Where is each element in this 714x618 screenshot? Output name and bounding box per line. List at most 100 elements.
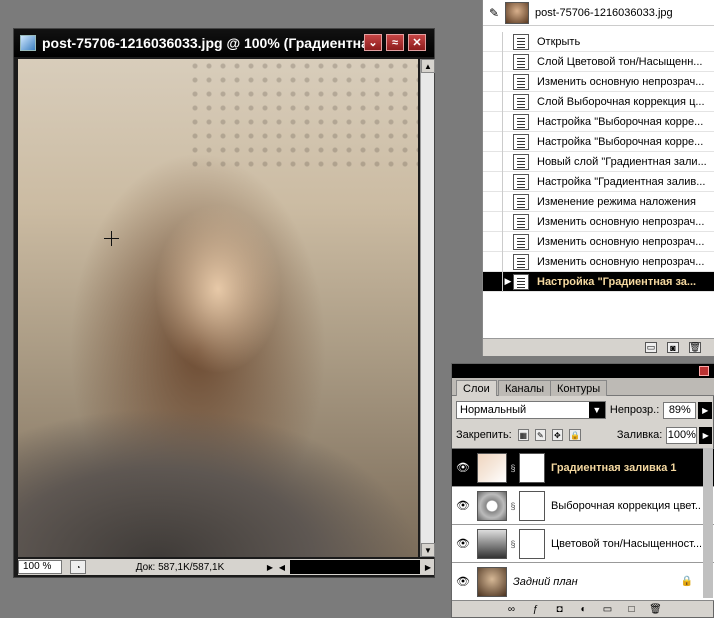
history-item[interactable]: ▶ Настройка "Градиентная за... [483,271,714,292]
eye-icon[interactable]: 👁 [452,499,474,512]
add-mask-icon[interactable]: ◘ [554,604,566,616]
camera-icon[interactable]: ◙ [667,342,679,353]
layer-row[interactable]: 👁 § Градиентная заливка 1 [452,449,714,487]
history-step-icon [513,173,529,190]
history-checkbox[interactable] [483,111,503,132]
history-brush-icon[interactable]: ✎ [483,6,505,20]
layer-name[interactable]: Задний план [513,576,663,588]
opacity-slider-arrow-icon[interactable]: ▶ [698,401,712,419]
history-checkbox[interactable] [483,251,503,272]
history-checkbox[interactable] [483,51,503,72]
layer-row[interactable]: 👁 § Выборочная коррекция цвет... [452,487,714,525]
scroll-up-icon[interactable]: ▲ [421,59,435,73]
layer-name[interactable]: Выборочная коррекция цвет... [551,500,701,512]
layer-mask-thumbnail[interactable] [519,528,545,559]
history-item[interactable]: Настройка "Градиентная залив... [483,171,714,192]
layer-thumbnail[interactable] [477,490,507,521]
history-item[interactable]: Изменить основную непрозрач... [483,231,714,252]
history-checkbox[interactable] [483,191,503,212]
history-snapshot[interactable]: ✎ post-75706-1216036033.jpg [483,0,714,26]
layer-row[interactable]: 👁 § Цветовой тон/Насыщенност... [452,525,714,563]
history-panel: ✎ post-75706-1216036033.jpg Открыть Слой … [482,0,714,356]
layer-mask-thumbnail[interactable] [519,452,545,483]
history-item[interactable]: Слой Цветовой тон/Насыщенн... [483,51,714,72]
document-title-bar[interactable]: post-75706-1216036033.jpg @ 100% (Градие… [14,29,434,57]
tab-layers[interactable]: Слои [456,380,497,396]
history-checkbox[interactable] [483,271,503,292]
eye-icon[interactable]: 👁 [452,575,474,588]
history-item[interactable]: Изменить основную непрозрач... [483,251,714,272]
history-checkbox[interactable] [483,171,503,192]
horizontal-scrollbar[interactable] [290,560,420,574]
history-item[interactable]: Изменение режима наложения [483,191,714,212]
maximize-button[interactable]: ≈ [386,34,404,51]
eye-icon[interactable]: 👁 [452,537,474,550]
image-canvas[interactable] [18,59,418,557]
panel-close-icon[interactable] [699,366,709,376]
history-checkbox[interactable] [483,91,503,112]
history-step-icon [513,53,529,70]
layers-scrollbar[interactable] [703,448,713,598]
layer-name[interactable]: Градиентная заливка 1 [551,462,701,474]
link-layers-icon[interactable]: ∞ [506,604,518,616]
chevron-down-icon[interactable]: ▼ [588,402,605,418]
chain-link-icon[interactable]: § [509,501,517,511]
new-layer-icon[interactable]: □ [626,604,638,616]
history-step-icon [513,233,529,250]
status-menu-icon[interactable]: ◔ [70,560,86,574]
history-checkbox[interactable] [483,131,503,152]
eye-icon[interactable]: 👁 [452,461,474,474]
history-item[interactable]: Изменить основную непрозрач... [483,211,714,232]
zoom-field[interactable]: 100 % [18,560,62,574]
lock-position-icon[interactable]: ✥ [551,429,563,441]
scroll-left-icon[interactable]: ◀ [276,560,288,574]
trash-icon[interactable]: 🗑 [689,342,701,353]
adjustment-layer-icon[interactable]: ◐ [578,604,590,616]
blend-mode-select[interactable]: Нормальный ▼ [456,401,606,419]
lock-transparency-icon[interactable]: ▦ [517,429,529,441]
layer-style-icon[interactable]: ƒ [530,604,542,616]
chain-link-icon[interactable]: § [509,539,517,549]
history-step-icon [513,133,529,150]
history-item[interactable]: Настройка "Выборочная корре... [483,111,714,132]
layer-thumbnail[interactable] [477,528,507,559]
layer-row[interactable]: 👁 Задний план 🔒 [452,563,714,601]
new-group-icon[interactable]: ▭ [602,604,614,616]
history-checkbox[interactable] [483,231,503,252]
tab-paths[interactable]: Контуры [550,380,608,396]
minimize-button[interactable]: ⌄ [364,34,382,51]
history-checkbox[interactable] [483,71,503,92]
layers-tabs: Слои Каналы Контуры [452,378,714,396]
layer-mask-thumbnail[interactable] [519,490,545,521]
history-item[interactable]: Слой Выборочная коррекция ц... [483,91,714,112]
history-checkbox[interactable] [483,31,503,52]
fill-label: Заливка: [616,429,663,441]
scroll-right-icon[interactable]: ▶ [422,560,434,574]
opacity-field[interactable]: 89% [663,401,697,419]
close-button[interactable]: ✕ [408,34,426,51]
vertical-scrollbar[interactable]: ▲ ▼ [420,59,435,557]
history-item[interactable]: Новый слой "Градиентная зали... [483,151,714,172]
history-item[interactable]: Открыть [483,31,714,52]
new-document-icon[interactable]: ▭ [645,342,657,353]
history-item-label: Настройка "Градиентная залив... [537,175,706,188]
tab-channels[interactable]: Каналы [498,380,552,396]
blend-mode-value: Нормальный [460,404,527,416]
history-item[interactable]: Настройка "Выборочная корре... [483,131,714,152]
layers-panel-titlebar[interactable] [452,364,714,378]
history-checkbox[interactable] [483,211,503,232]
layer-name[interactable]: Цветовой тон/Насыщенност... [551,538,701,550]
history-item-label: Настройка "Градиентная за... [537,275,697,288]
fill-slider-arrow-icon[interactable]: ▶ [699,426,712,444]
scroll-down-icon[interactable]: ▼ [421,543,435,557]
lock-all-icon[interactable]: 🔒 [568,429,581,441]
fill-field[interactable]: 100% [666,426,698,444]
status-arrow-icon[interactable]: ▶ [264,560,276,574]
history-checkbox[interactable] [483,151,503,172]
delete-layer-icon[interactable]: 🗑 [649,604,662,616]
chain-link-icon[interactable]: § [509,463,517,473]
lock-pixels-icon[interactable]: ✎ [534,429,546,441]
layer-thumbnail[interactable] [477,566,507,597]
layer-thumbnail[interactable] [477,452,507,483]
history-item[interactable]: Изменить основную непрозрач... [483,71,714,92]
